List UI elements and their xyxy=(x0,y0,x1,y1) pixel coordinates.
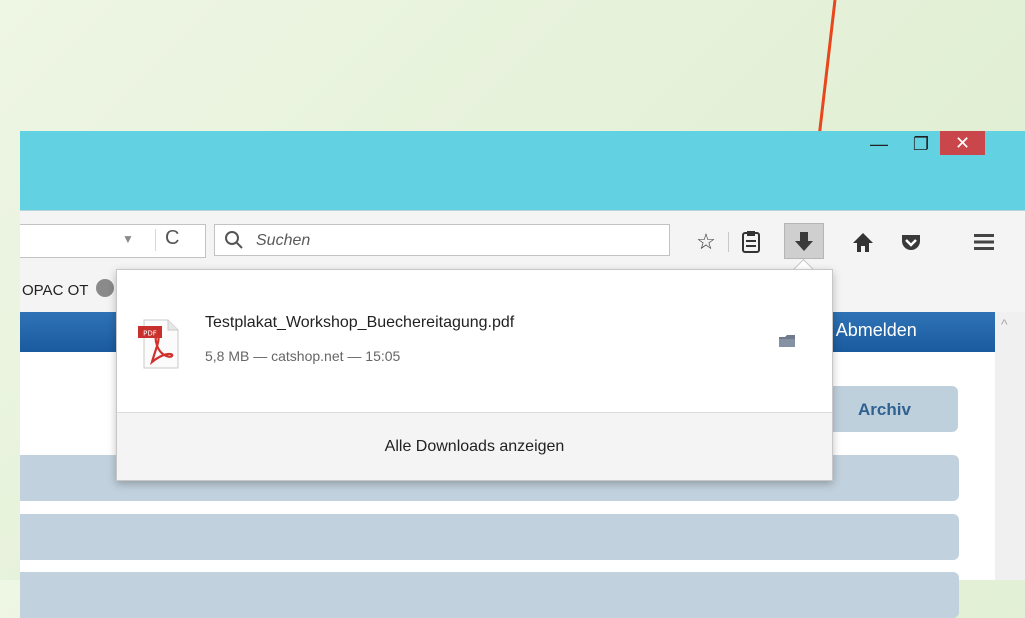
bookmark-star-icon[interactable]: ☆ xyxy=(693,228,719,256)
url-history-dropdown-icon[interactable]: ▼ xyxy=(122,232,134,246)
hamburger-menu-icon[interactable] xyxy=(967,228,1001,256)
search-icon xyxy=(225,231,243,249)
pocket-icon[interactable] xyxy=(896,228,926,256)
scroll-up-icon[interactable]: ^ xyxy=(1001,316,1008,332)
downloads-button[interactable] xyxy=(784,223,824,259)
show-all-downloads-button[interactable]: Alle Downloads anzeigen xyxy=(117,438,832,456)
bookmark-item-opac[interactable]: OPAC OT xyxy=(22,282,88,299)
maximize-button[interactable]: ❐ xyxy=(904,131,938,157)
url-bar-divider xyxy=(155,229,156,251)
download-file-meta: 5,8 MB — catshop.net — 15:05 xyxy=(205,348,401,364)
close-button[interactable]: ✕ xyxy=(940,131,985,155)
download-file-name[interactable]: Testplakat_Workshop_Buechereitagung.pdf xyxy=(205,314,514,332)
reading-list-icon[interactable] xyxy=(736,228,766,256)
download-icon xyxy=(795,232,813,251)
toolbar-divider xyxy=(728,232,729,252)
globe-icon xyxy=(96,279,114,297)
open-folder-icon[interactable] xyxy=(778,333,796,349)
content-row[interactable] xyxy=(20,514,959,560)
content-row[interactable] xyxy=(20,572,959,618)
search-placeholder: Suchen xyxy=(256,232,311,249)
pdf-file-icon: PDF xyxy=(138,319,179,369)
reload-icon[interactable]: C xyxy=(165,227,179,250)
archive-button-label: Archiv xyxy=(858,400,911,419)
vertical-scrollbar[interactable] xyxy=(995,312,1025,580)
home-icon[interactable] xyxy=(848,228,878,256)
minimize-button[interactable]: — xyxy=(862,131,896,157)
